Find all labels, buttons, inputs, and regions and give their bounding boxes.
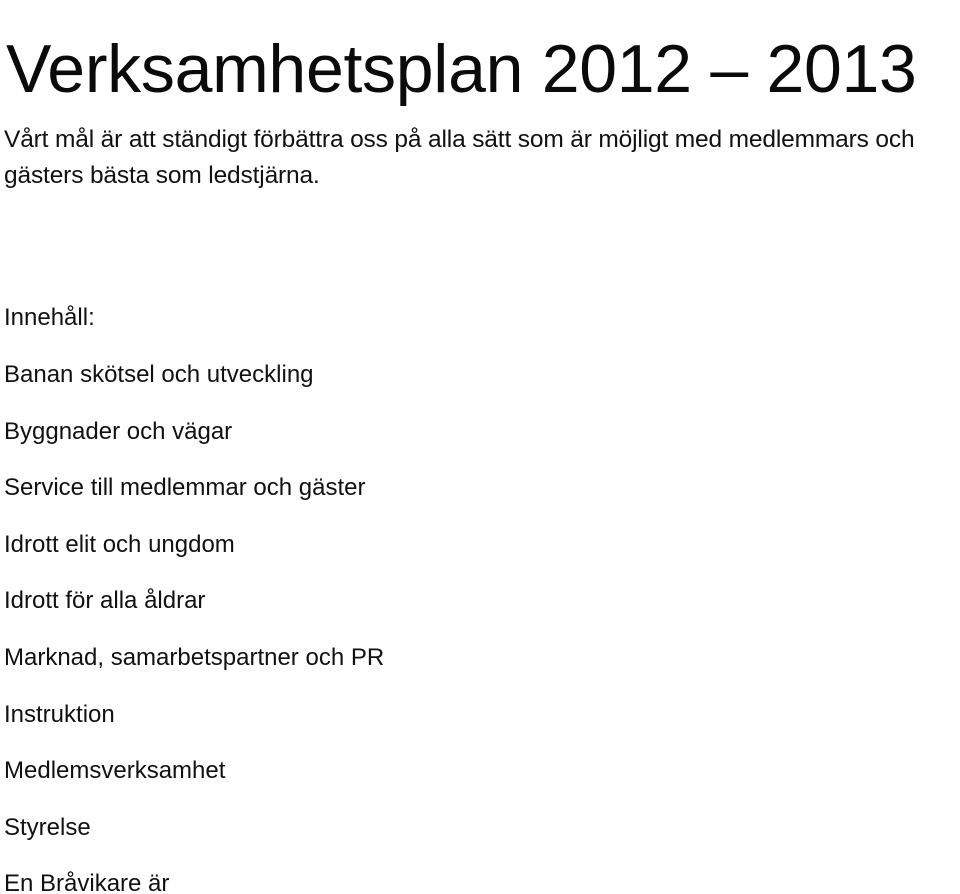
list-item: Styrelse <box>4 813 91 841</box>
list-item: Service till medlemmar och gäster <box>4 474 366 502</box>
contents-list: Banan skötsel och utveckling Byggnader o… <box>4 360 724 894</box>
list-item: En Bråvikare är <box>4 870 170 894</box>
list-item: Marknad, samarbetspartner och PR <box>4 643 385 671</box>
list-item: Banan skötsel och utveckling <box>4 361 314 388</box>
list-item: Idrott för alla åldrar <box>4 587 206 615</box>
list-item: Byggnader och vägar <box>4 417 233 445</box>
list-item: Instruktion <box>4 700 115 728</box>
contents-heading: Innehåll: <box>4 304 95 331</box>
list-item: Medlemsverksamhet <box>4 757 226 785</box>
table-of-contents: Innehåll: Banan skötsel och utveckling B… <box>4 303 724 894</box>
list-item: Idrott elit och ungdom <box>4 530 235 558</box>
page-title: Verksamhetsplan 2012 – 2013 <box>6 30 917 107</box>
document-page: Verksamhetsplan 2012 – 2013 Vårt mål är … <box>0 0 960 894</box>
mission-statement: Vårt mål är att ständigt förbättra oss p… <box>4 125 915 189</box>
